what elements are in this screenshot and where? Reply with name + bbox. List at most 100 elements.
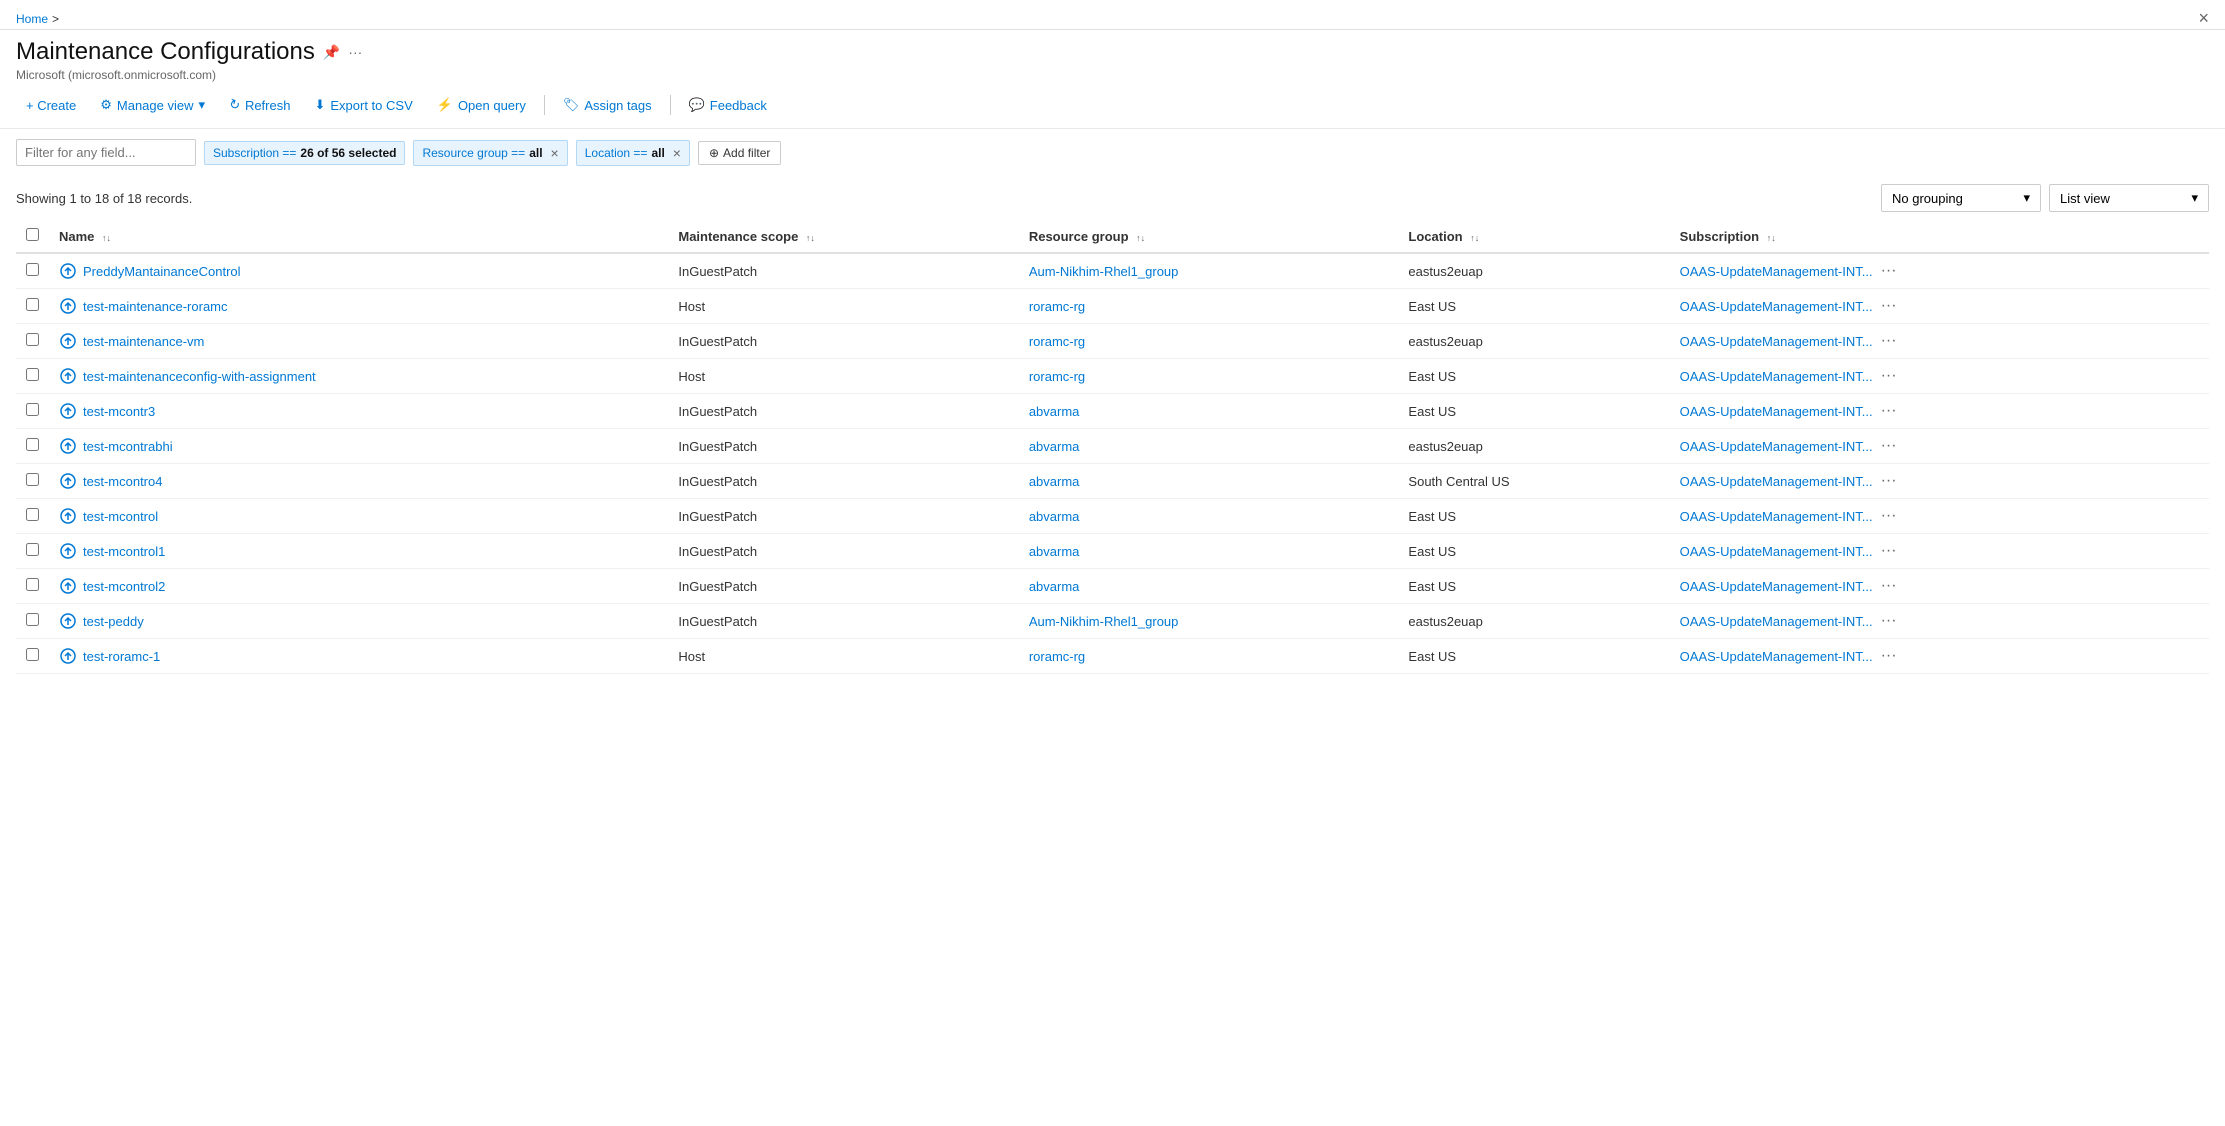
row-name-link[interactable]: test-mcontrabhi	[83, 439, 173, 454]
col-location[interactable]: Location ↑↓	[1398, 220, 1669, 253]
feedback-button[interactable]: 💬 Feedback	[679, 92, 777, 118]
row-ellipsis-button[interactable]: ···	[1877, 472, 1901, 490]
row-resource-group-cell: abvarma	[1019, 394, 1399, 429]
row-subscription-link[interactable]: OAAS-UpdateManagement-INT...	[1680, 334, 1873, 349]
select-all-header[interactable]	[16, 220, 49, 253]
assign-tags-button[interactable]: 🏷 Assign tags	[553, 92, 662, 118]
toolbar-divider-1	[544, 95, 545, 115]
row-subscription-cell: OAAS-UpdateManagement-INT... ···	[1670, 429, 2209, 464]
row-resource-group-link[interactable]: roramc-rg	[1029, 649, 1085, 664]
row-ellipsis-button[interactable]: ···	[1877, 612, 1901, 630]
row-name-link[interactable]: PreddyMantainanceControl	[83, 264, 241, 279]
row-checkbox[interactable]	[26, 298, 39, 311]
row-resource-group-link[interactable]: roramc-rg	[1029, 369, 1085, 384]
row-subscription-link[interactable]: OAAS-UpdateManagement-INT...	[1680, 474, 1873, 489]
row-ellipsis-button[interactable]: ···	[1877, 367, 1901, 385]
resource-group-filter[interactable]: Resource group == all ×	[413, 140, 567, 166]
row-name-link[interactable]: test-mcontro4	[83, 474, 162, 489]
row-subscription-link[interactable]: OAAS-UpdateManagement-INT...	[1680, 264, 1873, 279]
row-ellipsis-button[interactable]: ···	[1877, 437, 1901, 455]
export-csv-button[interactable]: ⬇ Export to CSV	[304, 92, 422, 118]
row-checkbox[interactable]	[26, 648, 39, 661]
row-ellipsis-button[interactable]: ···	[1877, 507, 1901, 525]
row-name-link[interactable]: test-roramc-1	[83, 649, 160, 664]
filter-input[interactable]	[16, 139, 196, 166]
row-checkbox[interactable]	[26, 613, 39, 626]
resource-group-filter-remove[interactable]: ×	[551, 145, 559, 161]
row-resource-group-link[interactable]: abvarma	[1029, 404, 1080, 419]
manage-view-button[interactable]: ⚙ Manage view ▾	[90, 92, 215, 118]
row-resource-group-link[interactable]: abvarma	[1029, 509, 1080, 524]
row-subscription-link[interactable]: OAAS-UpdateManagement-INT...	[1680, 544, 1873, 559]
row-resource-group-link[interactable]: roramc-rg	[1029, 299, 1085, 314]
col-subscription[interactable]: Subscription ↑↓	[1670, 220, 2209, 253]
close-button[interactable]: ×	[2198, 8, 2209, 29]
row-subscription-link[interactable]: OAAS-UpdateManagement-INT...	[1680, 614, 1873, 629]
row-checkbox[interactable]	[26, 438, 39, 451]
row-name-cell: PreddyMantainanceControl	[49, 253, 668, 289]
row-name-link[interactable]: test-maintenance-roramc	[83, 299, 228, 314]
create-button[interactable]: + Create	[16, 93, 86, 118]
row-checkbox[interactable]	[26, 368, 39, 381]
row-resource-group-link[interactable]: abvarma	[1029, 544, 1080, 559]
row-subscription-link[interactable]: OAAS-UpdateManagement-INT...	[1680, 299, 1873, 314]
grouping-dropdown[interactable]: No grouping ▾	[1881, 184, 2041, 212]
pin-icon[interactable]: 📌	[323, 44, 340, 61]
col-maintenance-scope[interactable]: Maintenance scope ↑↓	[668, 220, 1018, 253]
row-name-cell: test-maintenance-roramc	[49, 289, 668, 324]
row-resource-group-link[interactable]: abvarma	[1029, 579, 1080, 594]
col-name[interactable]: Name ↑↓	[49, 220, 668, 253]
resource-group-filter-label: Resource group ==	[422, 146, 525, 160]
resource-icon	[59, 402, 77, 420]
table-row: PreddyMantainanceControlInGuestPatchAum-…	[16, 253, 2209, 289]
row-ellipsis-button[interactable]: ···	[1877, 332, 1901, 350]
tag-icon: 🏷	[563, 97, 580, 113]
open-query-button[interactable]: ⚡ Open query	[427, 92, 536, 118]
row-location-cell: eastus2euap	[1398, 253, 1669, 289]
row-resource-group-link[interactable]: Aum-Nikhim-Rhel1_group	[1029, 264, 1179, 279]
row-checkbox[interactable]	[26, 403, 39, 416]
row-resource-group-link[interactable]: abvarma	[1029, 439, 1080, 454]
row-ellipsis-button[interactable]: ···	[1877, 402, 1901, 420]
row-ellipsis-button[interactable]: ···	[1877, 542, 1901, 560]
row-subscription-link[interactable]: OAAS-UpdateManagement-INT...	[1680, 649, 1873, 664]
row-resource-group-link[interactable]: abvarma	[1029, 474, 1080, 489]
home-link[interactable]: Home	[16, 12, 48, 26]
row-checkbox[interactable]	[26, 508, 39, 521]
row-name-link[interactable]: test-mcontrol1	[83, 544, 165, 559]
location-filter-remove[interactable]: ×	[673, 145, 681, 161]
row-name-link[interactable]: test-maintenance-vm	[83, 334, 204, 349]
row-location-cell: eastus2euap	[1398, 429, 1669, 464]
row-resource-group-link[interactable]: Aum-Nikhim-Rhel1_group	[1029, 614, 1179, 629]
row-name-link[interactable]: test-mcontrol	[83, 509, 158, 524]
refresh-button[interactable]: ↻ Refresh	[219, 92, 300, 118]
row-ellipsis-button[interactable]: ···	[1877, 647, 1901, 665]
more-options-icon[interactable]: ···	[348, 44, 362, 60]
select-all-checkbox[interactable]	[26, 228, 39, 241]
row-checkbox[interactable]	[26, 543, 39, 556]
row-checkbox[interactable]	[26, 333, 39, 346]
row-checkbox-cell	[16, 289, 49, 324]
add-filter-button[interactable]: ⊕ Add filter	[698, 141, 781, 165]
row-subscription-link[interactable]: OAAS-UpdateManagement-INT...	[1680, 404, 1873, 419]
row-subscription-link[interactable]: OAAS-UpdateManagement-INT...	[1680, 369, 1873, 384]
row-name-link[interactable]: test-peddy	[83, 614, 144, 629]
col-resource-group[interactable]: Resource group ↑↓	[1019, 220, 1399, 253]
row-subscription-link[interactable]: OAAS-UpdateManagement-INT...	[1680, 439, 1873, 454]
row-subscription-link[interactable]: OAAS-UpdateManagement-INT...	[1680, 579, 1873, 594]
row-name-link[interactable]: test-maintenanceconfig-with-assignment	[83, 369, 316, 384]
row-checkbox[interactable]	[26, 473, 39, 486]
row-ellipsis-button[interactable]: ···	[1877, 262, 1901, 280]
row-ellipsis-button[interactable]: ···	[1877, 297, 1901, 315]
subscription-filter[interactable]: Subscription == 26 of 56 selected	[204, 141, 405, 165]
row-resource-group-link[interactable]: roramc-rg	[1029, 334, 1085, 349]
row-name-link[interactable]: test-mcontr3	[83, 404, 155, 419]
row-subscription-link[interactable]: OAAS-UpdateManagement-INT...	[1680, 509, 1873, 524]
row-ellipsis-button[interactable]: ···	[1877, 577, 1901, 595]
row-checkbox[interactable]	[26, 578, 39, 591]
row-checkbox[interactable]	[26, 263, 39, 276]
view-dropdown[interactable]: List view ▾	[2049, 184, 2209, 212]
location-filter[interactable]: Location == all ×	[576, 140, 690, 166]
row-name-link[interactable]: test-mcontrol2	[83, 579, 165, 594]
location-filter-label: Location ==	[585, 146, 648, 160]
